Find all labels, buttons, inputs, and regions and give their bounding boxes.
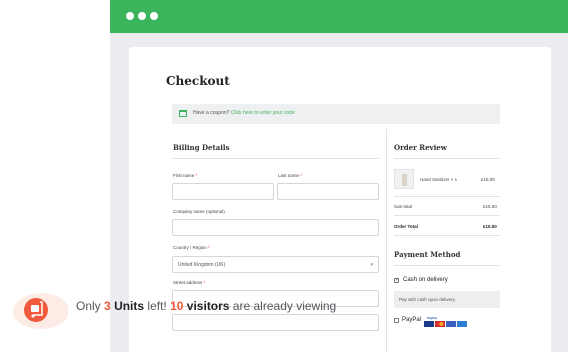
notice-mid: left! <box>147 299 167 313</box>
subtotal-value: £15.00 <box>483 204 497 209</box>
coupon-text: Have a coupon? Click here to enter your … <box>193 110 295 116</box>
country-select[interactable]: United Kingdom (UK) ▾ <box>172 256 379 273</box>
units-count: 3 <box>104 299 111 313</box>
country-label-text: Country / Region <box>173 245 207 250</box>
billing-title: Billing Details <box>173 143 230 152</box>
product-image <box>394 169 414 189</box>
product-name: Hand Sanitizer × 1 <box>420 177 457 182</box>
cod-description-text: Pay with cash upon delivery. <box>399 297 456 302</box>
notice-suffix: are already viewing <box>232 299 337 313</box>
order-total-label: Order Total <box>394 224 418 229</box>
visitors-label: visitors <box>186 299 230 313</box>
card-logos-icon: PayPal <box>424 316 467 327</box>
cod-description: Pay with cash upon delivery. <box>394 291 500 308</box>
company-name-field[interactable] <box>172 219 379 236</box>
company-name-label: Company name (optional) <box>173 209 225 214</box>
first-name-label-text: First name <box>173 173 195 178</box>
calendar-icon <box>179 110 187 117</box>
window-dot-icon <box>138 12 146 20</box>
street-address-line2-field[interactable] <box>172 314 379 331</box>
street-address-label: Street address * <box>173 280 205 285</box>
order-total-value: £15.00 <box>483 224 497 229</box>
order-review-title: Order Review <box>394 143 447 152</box>
last-name-label: Last name * <box>278 173 302 178</box>
divider <box>172 158 379 159</box>
divider <box>394 265 500 266</box>
first-name-field[interactable] <box>172 183 274 200</box>
cod-radio[interactable] <box>394 277 399 283</box>
column-divider <box>386 129 387 352</box>
required-mark: * <box>195 173 198 178</box>
street-address-label-text: Street address <box>173 280 203 285</box>
window-dot-icon <box>150 12 158 20</box>
paypal-label[interactable]: PayPal <box>402 317 421 323</box>
subtotal-label: Sub-total <box>394 204 413 209</box>
window-dot-icon <box>126 12 134 20</box>
bottle-icon <box>402 174 407 186</box>
first-name-label: First name * <box>173 173 197 178</box>
cod-label[interactable]: Cash on delivery <box>403 277 448 283</box>
last-name-label-text: Last name <box>278 173 300 178</box>
page-title: Checkout <box>166 74 230 88</box>
visitors-count: 10 <box>170 299 184 313</box>
svg-text:PayPal: PayPal <box>427 316 437 320</box>
divider <box>394 158 500 159</box>
product-qty: × 1 <box>450 177 458 182</box>
stock-notice: Only 3 Units left! 10 visitors are alrea… <box>76 299 336 313</box>
divider <box>394 235 500 236</box>
required-mark: * <box>203 280 206 285</box>
chevron-down-icon: ▾ <box>370 262 373 268</box>
product-price: £15.00 <box>481 177 495 182</box>
divider <box>394 215 500 216</box>
required-mark: * <box>300 173 303 178</box>
coupon-link[interactable]: Click here to enter your code <box>231 110 295 116</box>
notice-prefix: Only <box>76 299 101 313</box>
country-label: Country / Region * <box>173 245 210 250</box>
required-mark: * <box>208 245 210 250</box>
coupon-question: Have a coupon? <box>193 110 230 116</box>
payment-method-title: Payment Method <box>394 250 461 259</box>
divider <box>394 196 500 197</box>
product-name-text: Hand Sanitizer <box>420 177 450 182</box>
country-select-value: United Kingdom (UK) <box>178 262 226 268</box>
units-label: Units <box>114 299 145 313</box>
browser-title-bar <box>110 0 568 33</box>
hand-truck-icon <box>13 293 68 329</box>
coupon-banner: Have a coupon? Click here to enter your … <box>172 104 500 124</box>
paypal-radio[interactable] <box>394 318 399 323</box>
last-name-field[interactable] <box>277 183 379 200</box>
